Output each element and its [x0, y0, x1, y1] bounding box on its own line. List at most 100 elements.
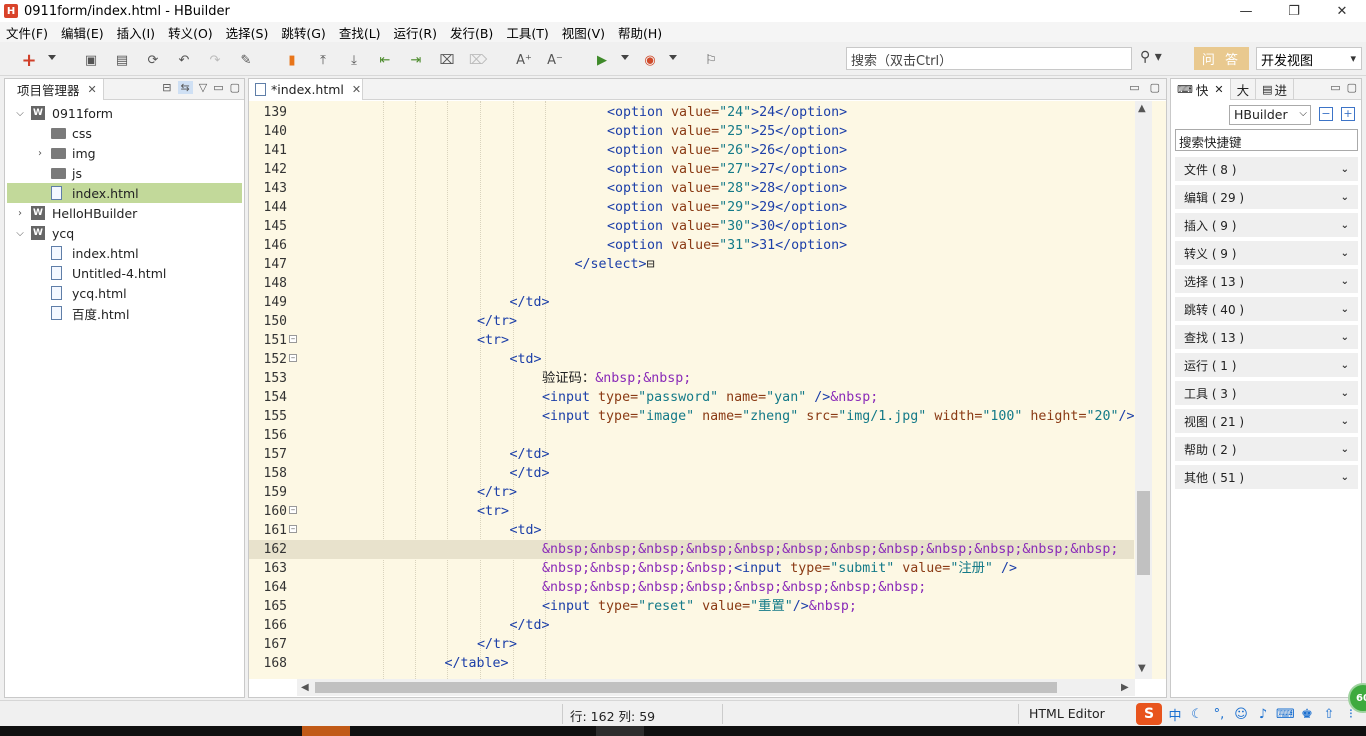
- new-icon[interactable]: +: [20, 50, 38, 71]
- shortcut-category[interactable]: 运行 ( 1 ) ⌄: [1175, 353, 1358, 377]
- view-select[interactable]: 开发视图 ▾: [1256, 47, 1362, 70]
- maximize-panel-icon[interactable]: ▢: [1347, 81, 1357, 94]
- qa-button[interactable]: 问 答: [1194, 47, 1249, 70]
- goto-start-icon[interactable]: ⤒: [314, 51, 332, 69]
- skin-icon[interactable]: ♚: [1298, 707, 1316, 722]
- tree-item[interactable]: index.html: [7, 243, 242, 263]
- vertical-scrollbar[interactable]: ▲ ▼: [1135, 101, 1152, 679]
- half-width-moon-icon[interactable]: ☾: [1188, 707, 1206, 722]
- code-line[interactable]: 167 </tr>: [249, 635, 1134, 654]
- maximize-button[interactable]: ❐: [1270, 0, 1318, 22]
- code-line[interactable]: 159 </tr>: [249, 483, 1134, 502]
- shortcut-category[interactable]: 帮助 ( 2 ) ⌄: [1175, 437, 1358, 461]
- shortcut-scheme-select[interactable]: HBuilder ⌵: [1229, 105, 1311, 125]
- uncomment-icon[interactable]: ⌦: [469, 51, 487, 69]
- collapse-all-icon[interactable]: ⊟: [162, 81, 171, 94]
- code-line[interactable]: 148: [249, 274, 1134, 293]
- bookmark-icon[interactable]: ▮: [283, 51, 301, 69]
- ime-mode[interactable]: 中: [1166, 705, 1184, 724]
- vertical-scroll-thumb[interactable]: [1137, 491, 1150, 575]
- code-line[interactable]: 157 </td>: [249, 445, 1134, 464]
- collapse-icon[interactable]: ⌵: [15, 108, 25, 119]
- menu-item[interactable]: 查找(L): [333, 23, 388, 42]
- code-line[interactable]: 161− <td>: [249, 521, 1134, 540]
- link-editor-icon[interactable]: ⇆: [177, 81, 193, 94]
- horizontal-scroll-thumb[interactable]: [315, 682, 1057, 693]
- taskbar-app-highlight[interactable]: [302, 726, 350, 736]
- fold-toggle-icon[interactable]: −: [289, 506, 297, 514]
- code-line[interactable]: 166 </td>: [249, 616, 1134, 635]
- refresh-icon[interactable]: ⟳: [144, 51, 162, 69]
- menu-item[interactable]: 跳转(G): [275, 23, 332, 42]
- tree-item[interactable]: ⌵ W 0911form: [7, 103, 242, 123]
- code-line[interactable]: 152− <td>: [249, 350, 1134, 369]
- scroll-down-icon[interactable]: ▼: [1138, 663, 1146, 674]
- code-area[interactable]: 139 <option value="24">24</option> 140 <opt…: [249, 101, 1166, 679]
- code-line[interactable]: 156: [249, 426, 1134, 445]
- minimize-editor-icon[interactable]: ▭: [1129, 81, 1139, 94]
- code-line[interactable]: 155 <input type="image" name="zheng" src=…: [249, 407, 1135, 426]
- feedback-icon[interactable]: ⚐: [702, 51, 720, 69]
- sogou-ime-logo-icon[interactable]: S: [1136, 703, 1162, 725]
- shortcut-search-input[interactable]: 搜索快捷键: [1175, 129, 1358, 151]
- code-line[interactable]: 139 <option value="24">24</option>: [249, 103, 1134, 122]
- scroll-right-icon[interactable]: ▶: [1121, 682, 1129, 693]
- search-input[interactable]: 搜索（双击Ctrl）: [846, 47, 1132, 70]
- code-line[interactable]: 147 </select>⊟: [249, 255, 1134, 274]
- taskbar-app-item[interactable]: [596, 726, 644, 736]
- tree-item[interactable]: css: [7, 123, 242, 143]
- code-line[interactable]: 144 <option value="29">29</option>: [249, 198, 1134, 217]
- code-line[interactable]: 165 <input type="reset" value="重置"/>&nbsp…: [249, 597, 1134, 616]
- chrome-browser-icon[interactable]: ◉: [641, 51, 659, 69]
- tree-item[interactable]: 百度.html: [7, 303, 242, 323]
- code-line[interactable]: 143 <option value="28">28</option>: [249, 179, 1134, 198]
- close-tab-icon[interactable]: ✕: [88, 83, 97, 96]
- menu-item[interactable]: 文件(F): [0, 23, 55, 42]
- save-icon[interactable]: ▣: [82, 51, 100, 69]
- tree-item[interactable]: index.html: [7, 183, 242, 203]
- code-line[interactable]: 162 &nbsp;&nbsp;&nbsp;&nbsp;&nbsp;&nbsp;&…: [249, 540, 1134, 559]
- code-line[interactable]: 149 </td>: [249, 293, 1134, 312]
- fold-toggle-icon[interactable]: −: [289, 525, 297, 533]
- tab-progress[interactable]: ▤ 进: [1256, 79, 1295, 100]
- code-line[interactable]: 164 &nbsp;&nbsp;&nbsp;&nbsp;&nbsp;&nbsp;&…: [249, 578, 1134, 597]
- save-all-icon[interactable]: ▤: [113, 51, 131, 69]
- goto-end-icon[interactable]: ⤓: [345, 51, 363, 69]
- menu-item[interactable]: 插入(I): [111, 23, 162, 42]
- fold-toggle-icon[interactable]: −: [289, 354, 297, 362]
- menu-item[interactable]: 发行(B): [444, 23, 500, 42]
- fold-toggle-icon[interactable]: −: [289, 335, 297, 343]
- shortcut-category[interactable]: 其他 ( 51 ) ⌄: [1175, 465, 1358, 489]
- code-line[interactable]: 168 </table>: [249, 654, 1134, 673]
- minimize-panel-icon[interactable]: ▭: [213, 81, 223, 94]
- scroll-left-icon[interactable]: ◀: [301, 682, 309, 693]
- code-line[interactable]: 142 <option value="27">27</option>: [249, 160, 1134, 179]
- search-icon[interactable]: ⚲ ▾: [1140, 49, 1162, 65]
- expand-icon[interactable]: ›: [35, 148, 45, 159]
- run-icon[interactable]: ▶: [593, 51, 611, 69]
- shortcut-category[interactable]: 插入 ( 9 ) ⌄: [1175, 213, 1358, 237]
- tab-index-html[interactable]: *index.html ✕: [249, 79, 363, 100]
- maximize-panel-icon[interactable]: ▢: [230, 81, 240, 94]
- code-line[interactable]: 160− <tr>: [249, 502, 1134, 521]
- undo-icon[interactable]: ↶: [175, 51, 193, 69]
- code-line[interactable]: 140 <option value="25">25</option>: [249, 122, 1134, 141]
- collapse-icon[interactable]: ⌵: [15, 228, 25, 239]
- code-line[interactable]: 158 </td>: [249, 464, 1134, 483]
- shortcut-category[interactable]: 转义 ( 9 ) ⌄: [1175, 241, 1358, 265]
- shortcut-category[interactable]: 选择 ( 13 ) ⌄: [1175, 269, 1358, 293]
- scroll-up-icon[interactable]: ▲: [1138, 103, 1146, 114]
- new-dropdown-icon[interactable]: [48, 55, 56, 60]
- shortcut-category[interactable]: 文件 ( 8 ) ⌄: [1175, 157, 1358, 181]
- shortcut-category[interactable]: 查找 ( 13 ) ⌄: [1175, 325, 1358, 349]
- horizontal-scrollbar[interactable]: ◀ ▶: [297, 679, 1135, 696]
- tree-item[interactable]: ⌵ Wycq: [7, 223, 242, 243]
- keyboard-icon[interactable]: ⌨: [1276, 707, 1295, 722]
- expand-icon[interactable]: +: [1341, 107, 1355, 121]
- goto-right-icon[interactable]: ⇥: [407, 51, 425, 69]
- menu-item[interactable]: 工具(T): [500, 23, 555, 42]
- code-line[interactable]: 151− <tr>: [249, 331, 1134, 350]
- emoji-icon[interactable]: ☺: [1232, 707, 1250, 722]
- font-decrease-icon[interactable]: A⁻: [546, 51, 564, 69]
- code-line[interactable]: 163 &nbsp;&nbsp;&nbsp;&nbsp;<input type="…: [249, 559, 1134, 578]
